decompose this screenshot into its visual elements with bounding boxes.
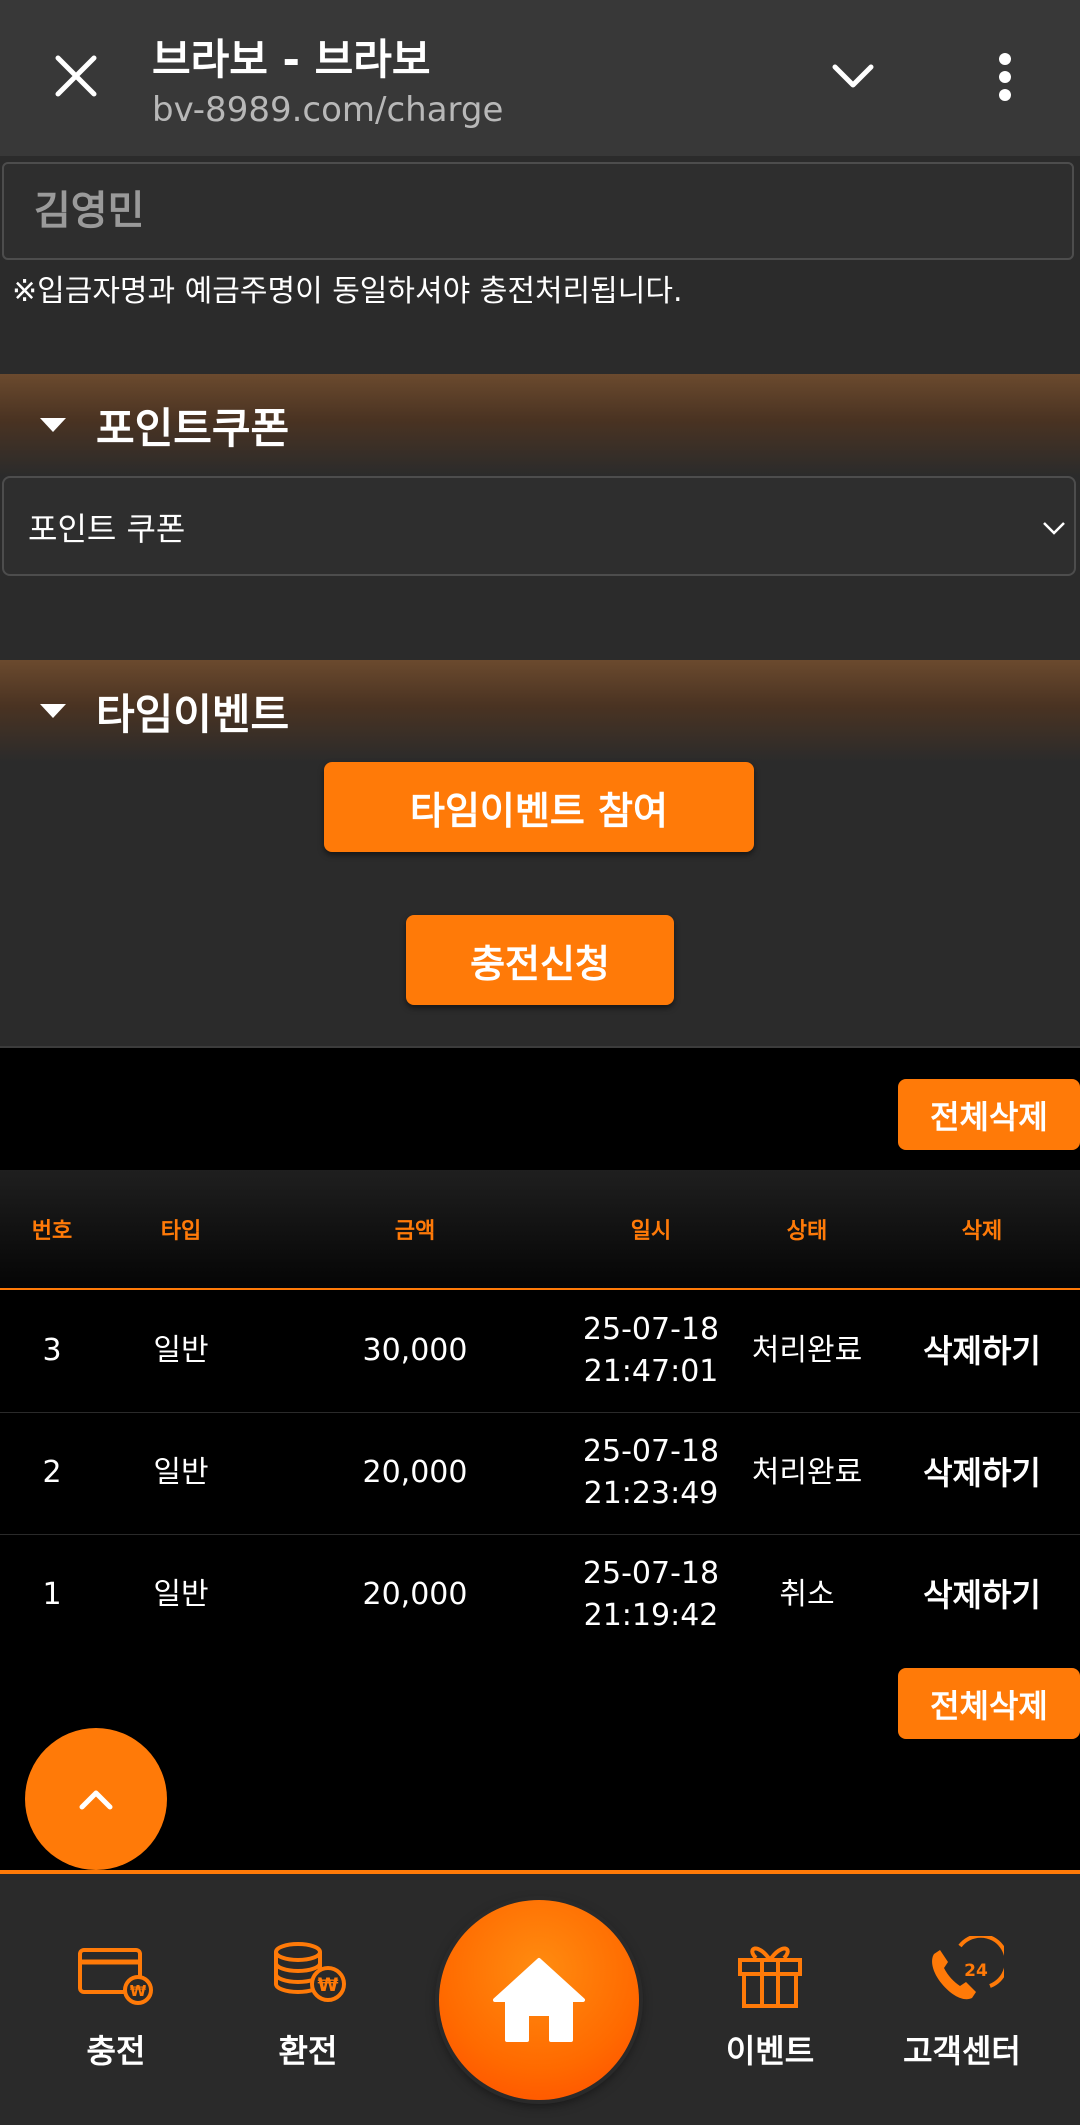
close-icon: [55, 55, 97, 97]
chevron-down-icon: [1043, 522, 1065, 535]
table-row: 2 일반 20,000 25-07-18 21:23:49 처리완료 삭제하기: [0, 1412, 1080, 1535]
nav-charge-label: 충전: [86, 2032, 146, 2070]
cell-amount: 30,000: [362, 1333, 468, 1368]
cell-date: 25-07-18: [582, 1312, 720, 1347]
delete-row-button[interactable]: 삭제하기: [884, 1412, 1080, 1534]
cell-datetime: 25-07-18 21:23:49: [572, 1412, 730, 1534]
nav-charge[interactable]: ₩ 충전: [16, 1874, 216, 2125]
nav-event-label: 이벤트: [725, 2032, 815, 2070]
home-icon: [493, 1958, 585, 2042]
point-coupon-header[interactable]: 포인트쿠폰: [0, 374, 1080, 476]
chevron-up-icon: [79, 1790, 113, 1810]
page-url[interactable]: bv-8989.com/charge: [152, 90, 503, 130]
delete-all-button-top[interactable]: 전체삭제: [898, 1079, 1080, 1150]
deposit-notice: ※입금자명과 예금주명이 동일하셔야 충전처리됩니다.: [12, 274, 683, 309]
history-table-header: 번호 타입 금액 일시 상태 삭제: [0, 1170, 1080, 1290]
column-header-amount: 금액: [394, 1219, 436, 1244]
chevron-down-icon: [832, 64, 874, 88]
cell-date: 25-07-18: [582, 1434, 720, 1469]
collapse-button[interactable]: [818, 42, 888, 112]
cell-type: 일반: [153, 1333, 209, 1368]
phone-24-icon: 24: [932, 1936, 1004, 2000]
cell-no: 2: [42, 1455, 62, 1490]
time-event-title: 타임이벤트: [96, 689, 290, 739]
cell-time: 21:19:42: [583, 1598, 719, 1633]
browser-toolbar: 브라보 - 브라보 bv-8989.com/charge: [0, 0, 1080, 156]
cell-amount: 20,000: [362, 1455, 468, 1490]
support-24-badge: 24: [964, 1961, 988, 1981]
cell-date: 25-07-18: [582, 1556, 720, 1591]
depositor-name-field[interactable]: 김영민: [2, 162, 1074, 260]
nav-withdraw-label: 환전: [278, 2032, 338, 2070]
cell-time: 21:47:01: [583, 1354, 719, 1389]
caret-down-icon: [40, 418, 66, 432]
point-coupon-title: 포인트쿠폰: [96, 403, 290, 453]
time-event-header[interactable]: 타임이벤트: [0, 660, 1080, 762]
coins-icon: ₩: [274, 1942, 346, 2002]
column-header-delete: 삭제: [961, 1219, 1003, 1244]
nav-support-label: 고객센터: [903, 2032, 1021, 2070]
cell-time: 21:23:49: [583, 1476, 719, 1511]
home-button[interactable]: [439, 1900, 639, 2100]
delete-row-button[interactable]: 삭제하기: [884, 1290, 1080, 1412]
svg-text:₩: ₩: [130, 1982, 147, 2000]
page-title: 브라보 - 브라보: [152, 35, 431, 84]
column-header-datetime: 일시: [630, 1219, 672, 1244]
table-row: 1 일반 20,000 25-07-18 21:19:42 취소 삭제하기: [0, 1534, 1080, 1656]
close-button[interactable]: [40, 40, 112, 112]
delete-row-button[interactable]: 삭제하기: [884, 1534, 1080, 1656]
cell-no: 3: [42, 1333, 62, 1368]
delete-all-button-bottom[interactable]: 전체삭제: [898, 1668, 1080, 1739]
cell-datetime: 25-07-18 21:19:42: [572, 1534, 730, 1656]
svg-text:₩: ₩: [318, 1974, 339, 1996]
gift-icon: [738, 1946, 802, 2008]
cell-status: 처리완료: [751, 1455, 863, 1490]
cell-status: 처리완료: [751, 1333, 863, 1368]
column-header-no: 번호: [31, 1219, 73, 1244]
cell-datetime: 25-07-18 21:47:01: [572, 1290, 730, 1412]
nav-event[interactable]: 이벤트: [670, 1874, 870, 2125]
charge-card-icon: ₩: [78, 1948, 153, 2005]
cell-no: 1: [42, 1577, 62, 1612]
cell-type: 일반: [153, 1455, 209, 1490]
cell-type: 일반: [153, 1577, 209, 1612]
charge-request-button[interactable]: 충전신청: [406, 915, 674, 1005]
charge-form: 김영민 ※입금자명과 예금주명이 동일하셔야 충전처리됩니다. 포인트쿠폰 포인…: [0, 156, 1080, 1048]
column-header-status: 상태: [786, 1219, 828, 1244]
column-header-type: 타입: [160, 1219, 202, 1244]
more-options-button[interactable]: [970, 42, 1040, 112]
cell-status: 취소: [779, 1577, 835, 1612]
point-coupon-select[interactable]: 포인트 쿠폰: [2, 476, 1076, 576]
nav-withdraw[interactable]: ₩ 환전: [208, 1874, 408, 2125]
caret-down-icon: [40, 704, 66, 718]
nav-support[interactable]: 24 고객센터: [862, 1874, 1062, 2125]
more-vert-icon: [999, 53, 1011, 101]
time-event-join-button[interactable]: 타임이벤트 참여: [324, 762, 754, 852]
coupon-select-value: 포인트 쿠폰: [28, 510, 186, 548]
cell-amount: 20,000: [362, 1577, 468, 1612]
table-row: 3 일반 30,000 25-07-18 21:47:01 처리완료 삭제하기: [0, 1290, 1080, 1413]
scroll-top-button[interactable]: [25, 1728, 167, 1870]
